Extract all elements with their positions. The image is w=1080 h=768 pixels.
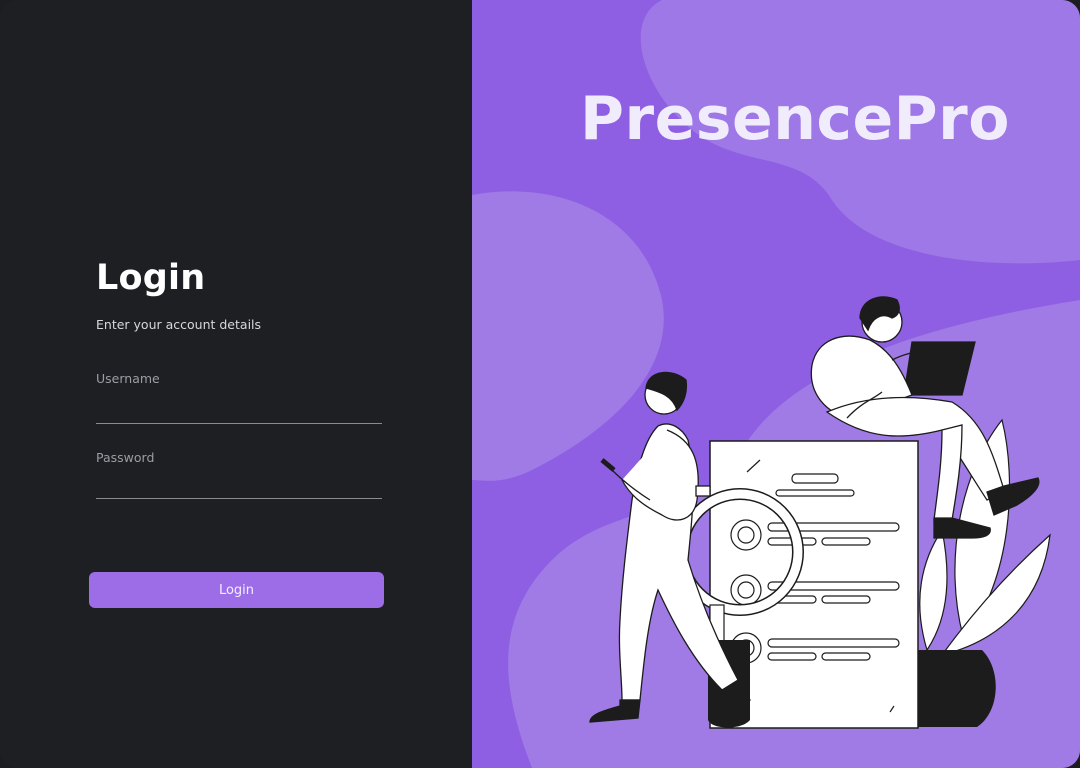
login-subtitle: Enter your account details [96,317,262,332]
username-input[interactable] [96,399,382,424]
login-panel: Login Enter your account details Usernam… [0,0,472,768]
login-title: Login [96,258,206,298]
login-button[interactable]: Login [89,572,384,608]
password-label: Password [96,450,155,465]
password-input[interactable] [96,474,382,499]
login-window: Login Enter your account details Usernam… [0,0,1080,768]
people-with-documents-illustration-icon [589,296,1051,729]
hero-panel: PresencePro [472,0,1080,768]
username-label: Username [96,371,160,386]
